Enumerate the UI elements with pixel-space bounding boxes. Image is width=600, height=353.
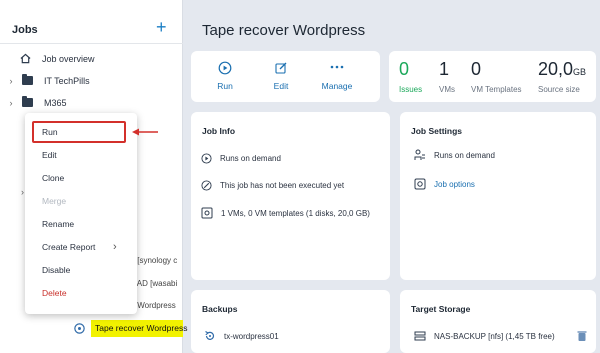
- menu-item-edit[interactable]: Edit: [25, 145, 137, 165]
- job-settings-title: Job Settings: [411, 126, 463, 136]
- chevron-right-icon[interactable]: ›: [0, 98, 22, 108]
- source-size-label: Source size: [538, 85, 580, 94]
- job-settings-card: Job Settings Runs on demand Job options: [400, 112, 596, 280]
- info-text: Runs on demand: [220, 154, 281, 163]
- stats-card: 0 Issues 1 VMs 0 VM Templates 20,0GB Sou…: [389, 51, 596, 102]
- job-info-card: Job Info Runs on demand This job has not…: [191, 112, 390, 280]
- sidebar-header: Jobs +: [0, 0, 183, 44]
- annotation-arrow-icon: [132, 128, 158, 136]
- job-item-partial[interactable]: y [synology c: [131, 256, 177, 265]
- backups-card: Backups tx-wordpress01: [191, 290, 390, 353]
- job-info-title: Job Info: [202, 126, 236, 136]
- chevron-right-icon[interactable]: ›: [21, 187, 24, 197]
- info-row-last-run: This job has not been executed yet: [201, 180, 344, 191]
- manage-button[interactable]: Manage: [307, 61, 367, 91]
- annotation-highlight-box: [32, 121, 126, 143]
- sidebar-item-label: Job overview: [42, 54, 95, 64]
- gear-icon: [414, 178, 426, 190]
- target-storage-card: Target Storage NAS-BACKUP [nfs] (1,45 TB…: [400, 290, 596, 353]
- info-row-schedule: Runs on demand: [201, 153, 281, 164]
- settings-text: Runs on demand: [434, 150, 495, 160]
- info-text: 1 VMs, 0 VM templates (1 disks, 20,0 GB): [221, 208, 370, 218]
- home-icon: [20, 53, 34, 66]
- vms-value: 1: [439, 59, 450, 79]
- storage-item-label: NAS-BACKUP [nfs] (1,45 TB free): [434, 331, 555, 341]
- play-icon: [201, 153, 212, 164]
- restore-icon: [205, 331, 215, 340]
- source-size-value: 20,0GB: [538, 59, 587, 79]
- storage-item[interactable]: NAS-BACKUP [nfs] (1,45 TB free): [414, 331, 555, 341]
- folder-icon: [22, 95, 38, 109]
- sidebar-item-label: IT TechPills: [44, 76, 90, 86]
- folder-icon: [22, 73, 38, 87]
- menu-item-disable[interactable]: Disable: [25, 260, 137, 280]
- selected-job-label: Tape recover Wordpress: [95, 323, 188, 333]
- trash-icon[interactable]: [577, 329, 587, 347]
- run-button[interactable]: Run: [195, 61, 255, 91]
- clock-icon: [201, 180, 212, 191]
- schedule-icon: [414, 149, 425, 160]
- storage-icon: [414, 331, 426, 341]
- info-row-vms: 1 VMs, 0 VM templates (1 disks, 20,0 GB): [201, 207, 370, 219]
- target-storage-title: Target Storage: [411, 304, 471, 314]
- menu-item-merge: Merge: [42, 196, 67, 206]
- menu-item-label: Create Report: [42, 242, 96, 252]
- job-options-label: Job options: [434, 179, 475, 189]
- menu-item-rename[interactable]: Rename: [25, 214, 137, 234]
- job-item-partial[interactable]: y Wordpress: [131, 301, 176, 310]
- sidebar-item-m365[interactable]: › M365: [0, 92, 183, 114]
- backups-title: Backups: [202, 304, 238, 314]
- job-options-link[interactable]: Job options: [414, 178, 475, 190]
- sidebar-item-label: M365: [44, 98, 67, 108]
- job-item-selected[interactable]: Tape recover Wordpress: [70, 320, 187, 340]
- add-job-button[interactable]: +: [156, 18, 167, 36]
- disk-icon: [201, 207, 213, 219]
- settings-row-schedule: Runs on demand: [414, 149, 495, 161]
- edit-icon: [251, 61, 311, 77]
- play-icon: [195, 61, 255, 77]
- edit-label: Edit: [273, 81, 289, 91]
- menu-item-delete[interactable]: Delete: [25, 283, 137, 303]
- chevron-right-icon[interactable]: ›: [0, 76, 22, 86]
- vm-templates-value: 0: [471, 59, 482, 79]
- vms-label: VMs: [439, 85, 455, 94]
- manage-label: Manage: [321, 81, 353, 91]
- sidebar-item-it-techpills[interactable]: › IT TechPills: [0, 70, 183, 92]
- sidebar-title: Jobs: [12, 24, 38, 36]
- vm-templates-label: VM Templates: [471, 85, 522, 94]
- backup-item-label: tx-wordpress01: [224, 331, 279, 341]
- menu-item-create-report[interactable]: Create Report ›: [25, 237, 137, 257]
- issues-value: 0: [399, 59, 410, 79]
- chevron-right-icon: ›: [113, 241, 117, 253]
- menu-item-clone[interactable]: Clone: [25, 168, 137, 188]
- issues-label[interactable]: Issues: [399, 85, 422, 94]
- more-icon: [307, 61, 367, 77]
- job-item-partial[interactable]: y AD [wasabi: [131, 279, 177, 288]
- info-text: This job has not been executed yet: [220, 181, 345, 190]
- edit-button[interactable]: Edit: [251, 61, 311, 91]
- backup-item[interactable]: tx-wordpress01: [204, 330, 279, 342]
- context-menu: Run Edit Clone Merge Rename Create Repor…: [25, 113, 137, 314]
- actions-card: Run Edit Manage: [191, 51, 380, 102]
- run-label: Run: [217, 81, 233, 91]
- restore-icon: [73, 322, 86, 340]
- sidebar-item-job-overview[interactable]: Job overview: [0, 48, 183, 70]
- page-title: Tape recover Wordpress: [202, 22, 366, 39]
